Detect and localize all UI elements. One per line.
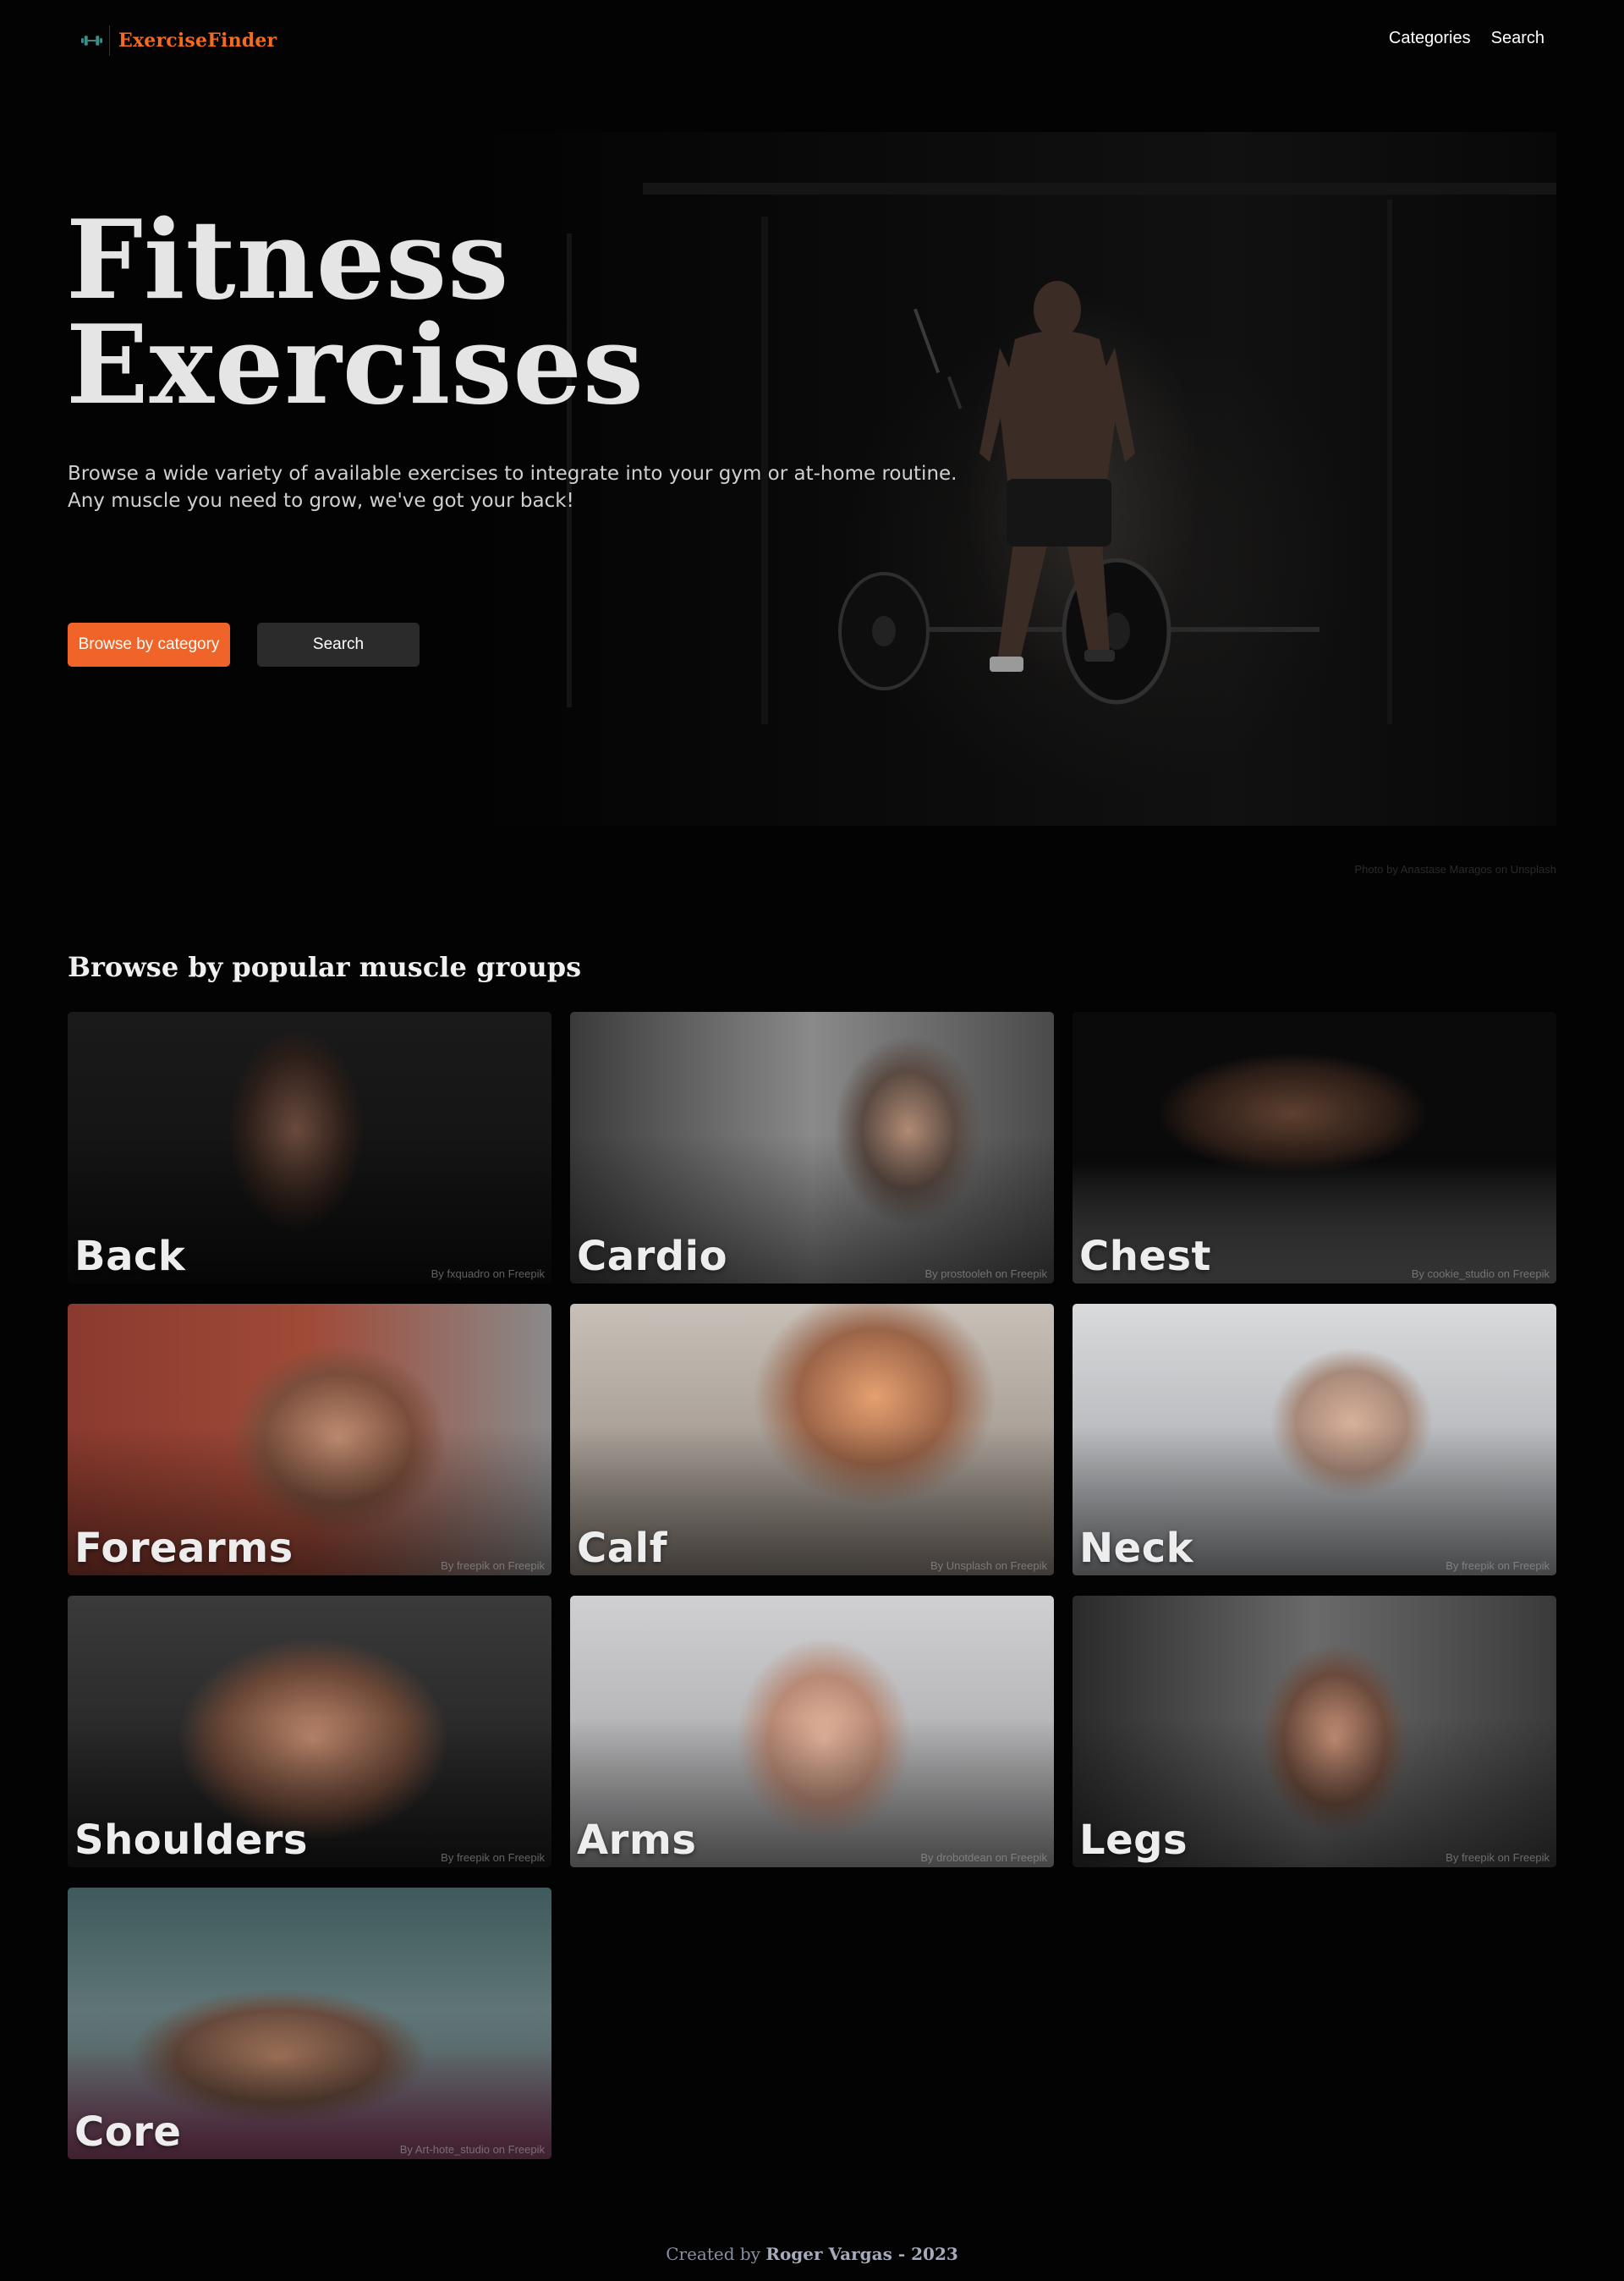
- dumbbell-icon: [81, 25, 110, 56]
- browse-by-category-button[interactable]: Browse by category: [68, 623, 230, 667]
- card-credit: By fxquadro on Freepik: [431, 1267, 545, 1280]
- card-back[interactable]: Back By fxquadro on Freepik: [68, 1012, 551, 1283]
- card-credit: By Art-hote_studio on Freepik: [399, 2143, 545, 2156]
- footer-author-link[interactable]: Roger Vargas - 2023: [765, 2244, 957, 2264]
- nav-links: Categories Search: [1389, 29, 1544, 48]
- card-credit: By Unsplash on Freepik: [930, 1559, 1047, 1572]
- brand-logo[interactable]: ExerciseFinder: [81, 25, 277, 56]
- card-credit: By drobotdean on Freepik: [920, 1851, 1047, 1864]
- hero-photo-credit[interactable]: Photo by Anastase Maragos on Unsplash: [1355, 863, 1556, 876]
- card-name: Calf: [577, 1525, 667, 1572]
- card-shoulders[interactable]: Shoulders By freepik on Freepik: [68, 1596, 551, 1867]
- card-neck[interactable]: Neck By freepik on Freepik: [1073, 1304, 1556, 1575]
- hero-title-line2: Exercises: [66, 302, 645, 429]
- card-name: Back: [74, 1233, 186, 1280]
- card-credit: By prostooleh on Freepik: [924, 1267, 1047, 1280]
- card-forearms[interactable]: Forearms By freepik on Freepik: [68, 1304, 551, 1575]
- top-nav: ExerciseFinder Categories Search: [0, 0, 1624, 81]
- nav-link-categories[interactable]: Categories: [1389, 29, 1471, 48]
- card-arms[interactable]: Arms By drobotdean on Freepik: [570, 1596, 1054, 1867]
- hero-section: Fitness Exercises Browse a wide variety …: [0, 81, 1624, 893]
- card-name: Shoulders: [74, 1817, 308, 1864]
- muscle-group-grid: Back By fxquadro on Freepik Cardio By pr…: [68, 1012, 1556, 2159]
- footer: Created by Roger Vargas - 2023: [0, 2244, 1624, 2264]
- card-name: Cardio: [577, 1233, 728, 1280]
- card-name: Core: [74, 2108, 182, 2156]
- card-name: Chest: [1079, 1233, 1211, 1280]
- card-core[interactable]: Core By Art-hote_studio on Freepik: [68, 1888, 551, 2159]
- card-credit: By freepik on Freepik: [441, 1559, 545, 1572]
- card-name: Legs: [1079, 1817, 1188, 1864]
- card-credit: By freepik on Freepik: [1446, 1851, 1550, 1864]
- nav-link-search[interactable]: Search: [1491, 29, 1544, 48]
- brand-name: ExerciseFinder: [118, 30, 277, 52]
- card-name: Forearms: [74, 1525, 294, 1572]
- hero-description: Browse a wide variety of available exerc…: [68, 460, 998, 514]
- card-calf[interactable]: Calf By Unsplash on Freepik: [570, 1304, 1054, 1575]
- hero-title: Fitness Exercises: [66, 206, 645, 420]
- search-button[interactable]: Search: [257, 623, 420, 667]
- hero-desc-line2: Any muscle you need to grow, we've got y…: [68, 490, 574, 512]
- card-chest[interactable]: Chest By cookie_studio on Freepik: [1073, 1012, 1556, 1283]
- card-credit: By freepik on Freepik: [1446, 1559, 1550, 1572]
- card-name: Neck: [1079, 1525, 1194, 1572]
- footer-prefix: Created by: [666, 2244, 760, 2264]
- card-cardio[interactable]: Cardio By prostooleh on Freepik: [570, 1012, 1054, 1283]
- card-legs[interactable]: Legs By freepik on Freepik: [1073, 1596, 1556, 1867]
- card-name: Arms: [577, 1817, 697, 1864]
- section-title: Browse by popular muscle groups: [68, 951, 582, 983]
- hero-desc-line1: Browse a wide variety of available exerc…: [68, 463, 957, 485]
- card-credit: By freepik on Freepik: [441, 1851, 545, 1864]
- card-credit: By cookie_studio on Freepik: [1411, 1267, 1550, 1280]
